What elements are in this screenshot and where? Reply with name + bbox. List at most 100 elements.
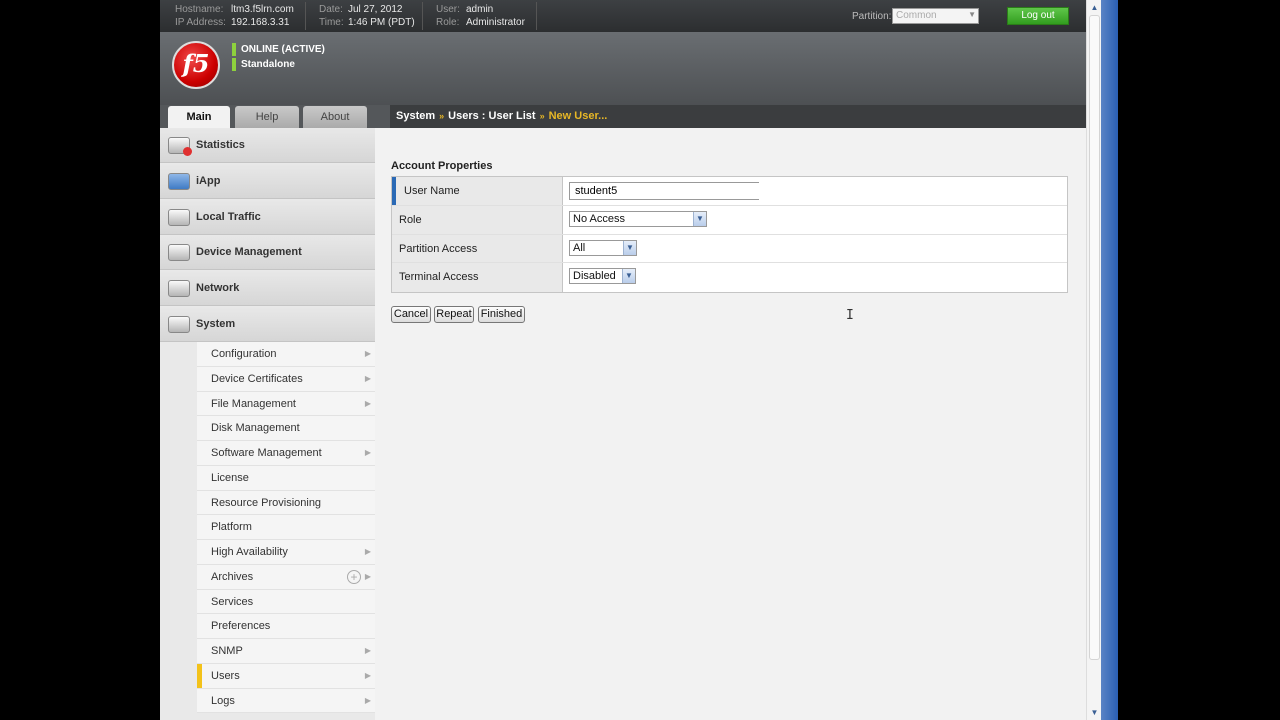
repeat-button[interactable]: Repeat [434, 306, 474, 323]
f5-config-utility: Hostname: ltm3.f5lrn.com IP Address: 192.1… [160, 0, 1086, 720]
user-label: User: [436, 4, 460, 15]
role-select[interactable]: No Access ▼ [569, 210, 707, 227]
network-icon [168, 280, 190, 297]
finished-button[interactable]: Finished [478, 306, 525, 323]
submenu-label: File Management [211, 397, 296, 410]
hostname-label: Hostname: [175, 4, 224, 15]
form-value: Disabled ▼ [564, 263, 1067, 292]
cancel-button[interactable]: Cancel [391, 306, 431, 323]
chevron-down-icon: ▼ [693, 211, 706, 226]
divider [422, 2, 423, 30]
submenu-item-platform[interactable]: Platform [197, 515, 375, 540]
submenu-item-file-management[interactable]: File Management ▶ [197, 391, 375, 417]
hostname-value: ltm3.f5lrn.com [231, 4, 294, 15]
iapp-icon [168, 173, 190, 190]
partition-select[interactable]: Common ▼ [892, 8, 979, 24]
divider [536, 2, 537, 30]
chevron-right-icon: ▶ [364, 349, 371, 358]
sidebar-item-statistics[interactable]: Statistics [160, 128, 375, 163]
breadcrumb-system[interactable]: System [396, 110, 435, 122]
submenu-item-license[interactable]: License [197, 465, 375, 491]
statistics-icon [168, 137, 192, 156]
submenu-item-preferences[interactable]: Preferences [197, 614, 375, 639]
chevron-right-icon: ▶ [364, 646, 371, 655]
role-value: Administrator [466, 17, 525, 28]
submenu-label: Configuration [211, 348, 277, 360]
submenu-item-archives[interactable]: Archives + ▶ [197, 564, 375, 590]
chevron-down-icon: ▼ [622, 269, 635, 284]
date-label: Date: [319, 4, 343, 15]
form-label: Partition Access [392, 234, 563, 263]
host-info: Hostname: ltm3.f5lrn.com IP Address: 192.1… [175, 3, 294, 29]
chevron-right-icon: ▶ [364, 398, 371, 408]
submenu-label: Resource Provisioning [211, 496, 322, 509]
sidebar-item-label: System [196, 318, 236, 330]
partition-label: Partition: [852, 11, 892, 22]
add-icon[interactable]: + [347, 569, 361, 584]
submenu-item-snmp[interactable]: SNMP ▶ [197, 639, 375, 664]
submenu-label: Archives [211, 570, 254, 583]
submenu-item-disk-management[interactable]: Disk Management [197, 416, 375, 441]
submenu-label: Preferences [211, 620, 271, 633]
role-label: Role: [436, 17, 460, 28]
submenu-item-configuration[interactable]: Configuration ▶ [197, 342, 375, 367]
tab-about[interactable]: About [303, 106, 367, 128]
f5-logo: f5 [172, 41, 220, 89]
submenu-item-software-management[interactable]: Software Management ▶ [197, 441, 375, 466]
sidebar-item-label: iApp [196, 175, 221, 187]
divider [305, 2, 306, 30]
account-properties-table: User Name student5 Role No Access ▼ Part… [391, 176, 1068, 293]
submenu-label: Services [211, 595, 254, 608]
submenu-label: Logs [211, 694, 235, 707]
submenu-item-device-certificates[interactable]: Device Certificates ▶ [197, 366, 375, 392]
sidebar-item-iapp[interactable]: iApp [160, 164, 375, 199]
form-value: All ▼ [564, 235, 1067, 263]
user-name-input[interactable]: student5 [569, 182, 759, 200]
logout-button[interactable]: Log out [1007, 7, 1069, 25]
text-cursor-icon: I [846, 308, 854, 323]
submenu-item-high-availability[interactable]: High Availability ▶ [197, 540, 375, 565]
sidebar-item-local-traffic[interactable]: Local Traffic [160, 200, 375, 235]
header-banner: f5 ONLINE (ACTIVE) Standalone [160, 32, 1086, 105]
submenu-label: High Availability [211, 546, 288, 558]
device-status: ONLINE (ACTIVE) [232, 43, 325, 56]
date-info: Date: Jul 27, 2012 Time: 1:46 PM (PDT) [319, 3, 415, 29]
sidebar-item-device-management[interactable]: Device Management [160, 235, 375, 270]
scroll-thumb[interactable] [1089, 15, 1100, 660]
submenu-item-logs[interactable]: Logs ▶ [197, 688, 375, 714]
top-bar: Hostname: ltm3.f5lrn.com IP Address: 192.1… [160, 0, 1086, 32]
partition-access-select[interactable]: All ▼ [569, 239, 637, 256]
terminal-access-select[interactable]: Disabled ▼ [569, 268, 636, 285]
chevron-right-icon: » [539, 111, 545, 121]
form-row-terminal-access: Terminal Access Disabled ▼ [392, 263, 1067, 292]
form-label: Role [392, 205, 563, 234]
scroll-up-icon[interactable]: ▲ [1088, 1, 1101, 14]
sidebar-item-label: Statistics [196, 139, 245, 151]
sidebar-item-network[interactable]: Network [160, 271, 375, 306]
vertical-scrollbar[interactable]: ▲ ▼ [1086, 0, 1101, 720]
submenu-item-users[interactable]: Users ▶ [197, 663, 375, 689]
submenu-item-resource-provisioning[interactable]: Resource Provisioning [197, 490, 375, 516]
scroll-down-icon[interactable]: ▼ [1088, 706, 1101, 719]
form-label: Terminal Access [392, 263, 563, 292]
breadcrumb: System» Users : User List» New User... [390, 105, 1086, 128]
tab-help[interactable]: Help [235, 106, 299, 128]
local-traffic-icon [168, 209, 190, 226]
user-value: admin [466, 4, 494, 15]
main-tabs: Main Help About [160, 105, 390, 128]
main-content: Account Properties User Name student5 Ro… [390, 128, 1086, 720]
submenu-label: SNMP [211, 645, 243, 657]
breadcrumb-current: New User... [548, 110, 608, 122]
submenu-label: Device Certificates [211, 372, 303, 385]
chevron-right-icon: ▶ [364, 571, 371, 581]
chevron-down-icon: ▼ [623, 240, 636, 255]
breadcrumb-users[interactable]: Users : User List [448, 110, 535, 122]
form-row-role: Role No Access ▼ [392, 205, 1067, 235]
user-info: User: admin Role: Administrator [436, 3, 525, 29]
chevron-right-icon: » [439, 111, 445, 121]
sidebar-item-system[interactable]: System [160, 307, 375, 342]
tab-main[interactable]: Main [168, 106, 230, 128]
submenu-item-services[interactable]: Services [197, 589, 375, 615]
window-frame-edge [1101, 0, 1118, 720]
submenu-label: Software Management [211, 447, 322, 459]
